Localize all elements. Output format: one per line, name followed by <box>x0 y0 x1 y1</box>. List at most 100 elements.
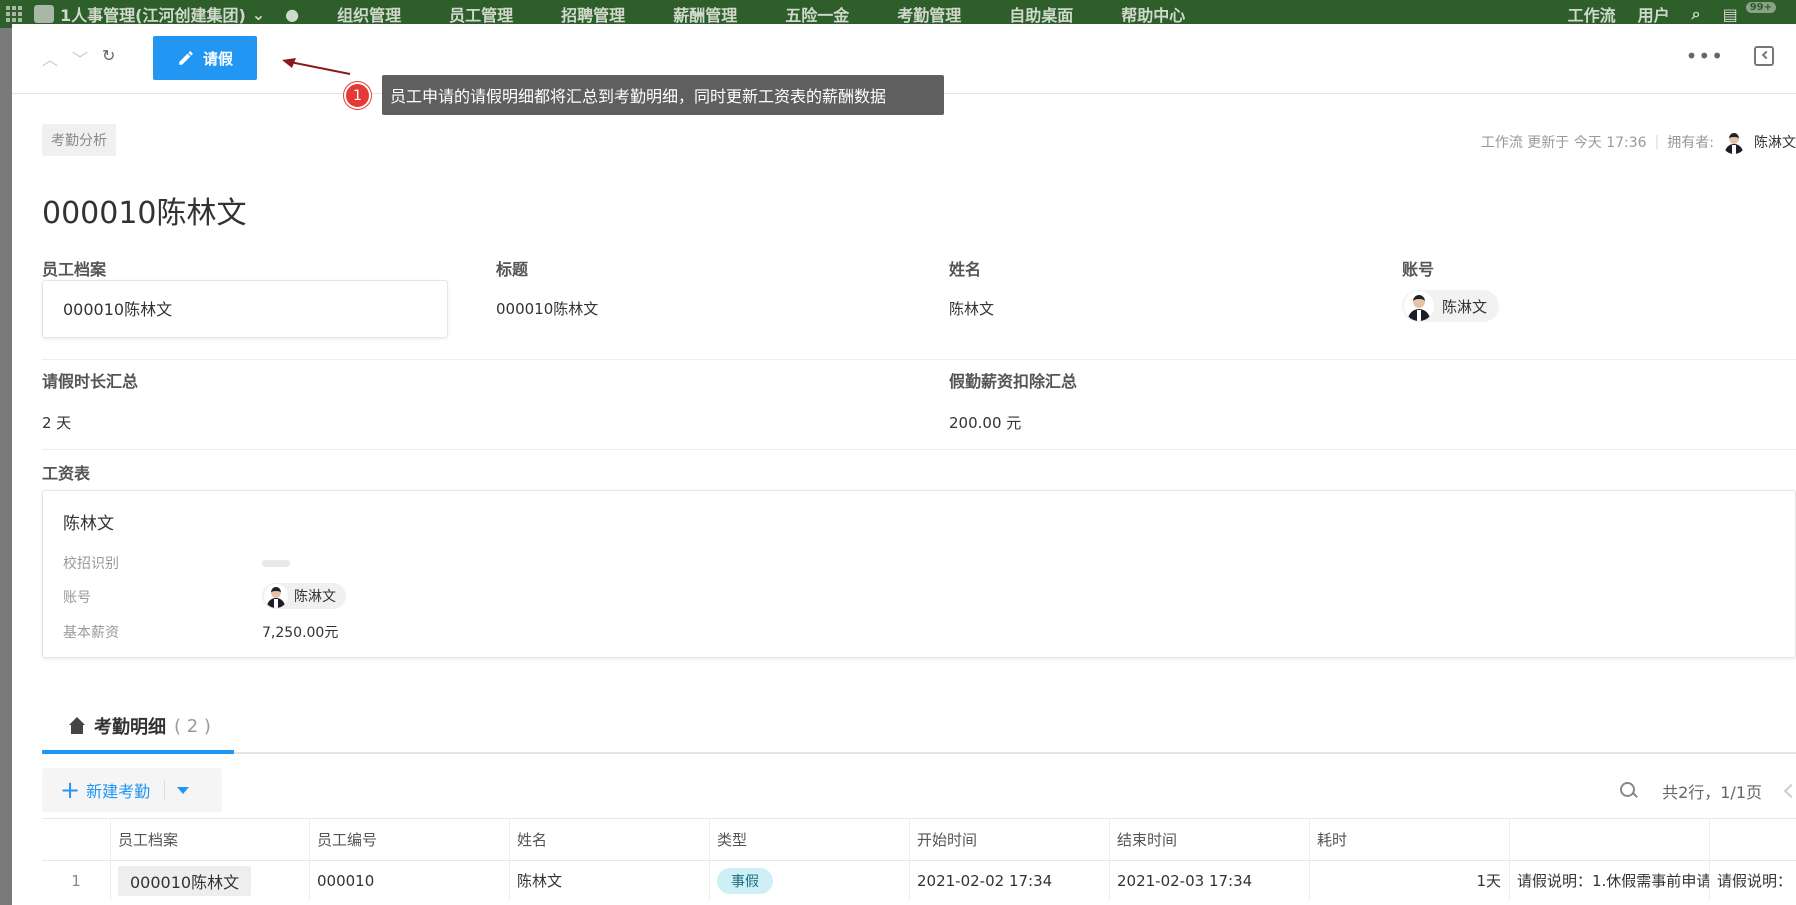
app-title: 1人事管理(江河创建集团) <box>60 6 246 25</box>
row-employee-file-cell: 000010陈林文 <box>110 861 309 900</box>
collapse-panel-icon[interactable] <box>1754 46 1774 66</box>
header-type[interactable]: 类型 <box>709 819 909 860</box>
nav-users[interactable]: 用户 <box>1638 2 1670 26</box>
leave-button-label: 请假 <box>202 50 233 68</box>
header-start[interactable]: 开始时间 <box>909 819 1109 860</box>
campus-empty-value <box>262 560 290 567</box>
nav-item-employees[interactable]: 员工管理 <box>449 2 513 26</box>
table-tools: 共2行，1/1页 <box>1620 779 1796 803</box>
annotation-number: 1 <box>344 82 371 109</box>
leave-total-value: 2 天 <box>42 414 72 432</box>
notification-icon[interactable]: ▤ <box>1723 5 1738 24</box>
nav-item-attendance[interactable]: 考勤管理 <box>897 2 961 26</box>
annotation-arrow-icon <box>282 58 351 75</box>
employee-file-label: 员工档案 <box>42 260 107 279</box>
header-note[interactable] <box>1509 819 1709 860</box>
more-icon[interactable]: ••• <box>1686 46 1724 66</box>
chevron-up-icon[interactable]: ︿ <box>42 46 58 70</box>
row-type-badge: 事假 <box>717 867 773 894</box>
chevron-down-icon: ⌄ <box>251 4 266 24</box>
table-row[interactable]: 1 000010陈林文 000010 陈林文 事假 2021-02-02 17:… <box>42 860 1796 900</box>
header-duration[interactable]: 耗时 <box>1309 819 1509 860</box>
row-end: 2021-02-03 17:34 <box>1109 861 1309 900</box>
apps-grid-icon[interactable] <box>6 6 22 22</box>
subject-label: 标题 <box>496 260 529 279</box>
name-value: 陈林文 <box>949 300 995 318</box>
pencil-icon <box>179 51 193 65</box>
name-label: 姓名 <box>949 260 982 279</box>
owner-avatar[interactable] <box>1722 130 1746 154</box>
divider <box>42 359 1796 360</box>
header-note-2[interactable] <box>1709 819 1796 860</box>
nav-item-org[interactable]: 组织管理 <box>337 2 401 26</box>
row-index: 1 <box>71 871 81 890</box>
account-value: 陈淋文 <box>1442 297 1488 316</box>
app-switcher[interactable]: 1人事管理(江河创建集团) ⌄ ● <box>34 2 299 26</box>
salary-account-label: 账号 <box>63 590 91 606</box>
notification-badge: 99+ <box>1745 1 1776 13</box>
row-employee-no: 000010 <box>309 861 509 900</box>
header-employee-file[interactable]: 员工档案 <box>110 819 309 860</box>
refresh-icon[interactable]: ↻ <box>102 46 115 70</box>
attendance-table: 员工档案 员工编号 姓名 类型 开始时间 结束时间 耗时 1 000010陈林文… <box>42 818 1796 900</box>
app-logo-icon <box>34 5 54 23</box>
caret-down-icon[interactable] <box>177 786 190 794</box>
row-name: 陈林文 <box>509 861 709 900</box>
new-attendance-label: 新建考勤 <box>86 782 151 801</box>
salary-card-name: 陈林文 <box>63 514 114 534</box>
row-employee-file[interactable]: 000010陈林文 <box>118 865 252 896</box>
meta-updated: 工作流 更新于 今天 17:36 <box>1480 135 1647 151</box>
account-user-pill[interactable]: 陈淋文 <box>1402 290 1500 322</box>
employee-file-ref[interactable]: 000010陈林文 <box>42 280 448 338</box>
nav-workflow[interactable]: 工作流 <box>1568 2 1616 26</box>
nav-item-recruit[interactable]: 招聘管理 <box>561 2 625 26</box>
search-icon[interactable] <box>1620 782 1638 800</box>
row-note-2: 请假说明： <box>1709 861 1796 900</box>
row-start: 2021-02-02 17:34 <box>909 861 1109 900</box>
account-label: 账号 <box>1402 260 1435 279</box>
nav-item-self-service[interactable]: 自助桌面 <box>1009 2 1073 26</box>
chevron-down-icon[interactable]: ﹀ <box>72 46 88 70</box>
header-index <box>42 819 110 860</box>
salary-account-avatar <box>264 584 288 608</box>
header-name[interactable]: 姓名 <box>509 819 709 860</box>
campus-label: 校招识别 <box>63 556 119 572</box>
chevron-left-icon[interactable] <box>1783 783 1796 799</box>
nav-item-salary[interactable]: 薪酬管理 <box>673 2 737 26</box>
nav-item-insurance[interactable]: 五险一金 <box>785 2 849 26</box>
plus-icon: + <box>60 776 81 804</box>
nav-item-help[interactable]: 帮助中心 <box>1121 2 1185 26</box>
page-title: 000010陈林文 <box>42 196 247 231</box>
pager-text: 共2行，1/1页 <box>1662 783 1762 802</box>
button-divider <box>164 780 166 800</box>
salary-sheet-card[interactable]: 陈林文 校招识别 账号 陈淋文 基本薪资 7,250.00元 <box>42 490 1796 658</box>
record-category-tag: 考勤分析 <box>42 124 116 156</box>
account-avatar <box>1404 291 1434 321</box>
base-salary-value: 7,250.00元 <box>262 625 339 641</box>
toolbar-right: ••• <box>1686 46 1774 66</box>
divider <box>42 449 1796 450</box>
meta-owner-name[interactable]: 陈淋文 <box>1754 132 1796 152</box>
base-salary-label: 基本薪资 <box>63 625 119 641</box>
row-duration: 1天 <box>1309 861 1509 900</box>
tab-attendance-detail[interactable]: 考勤明细 ( 2 ) <box>42 702 234 750</box>
record-modal: ︿ ﹀ ↻ 请假 ••• 1 员工申请的请假明细都将汇总到考勤明细，同时更新工资… <box>12 24 1796 905</box>
salary-sheet-label: 工资表 <box>42 464 91 483</box>
subject-value: 000010陈林文 <box>496 300 599 318</box>
deduction-value: 200.00 元 <box>949 414 1022 432</box>
row-note: 请假说明：1.休假需事前申请 <box>1509 861 1709 900</box>
new-attendance-button[interactable]: + 新建考勤 <box>42 768 222 812</box>
record-meta: 工作流 更新于 今天 17:36 | 拥有者: 陈淋文 <box>1481 130 1796 154</box>
tab-label: 考勤明细 <box>94 717 166 738</box>
salary-account-value: 陈淋文 <box>294 589 336 605</box>
table-header: 员工档案 员工编号 姓名 类型 开始时间 结束时间 耗时 <box>42 818 1796 860</box>
deduction-label: 假勤薪资扣除汇总 <box>949 372 1078 391</box>
info-icon[interactable]: ● <box>285 5 299 24</box>
salary-account-pill: 陈淋文 <box>262 583 346 609</box>
row-type-cell: 事假 <box>709 861 909 900</box>
search-icon-top[interactable]: ⌕ <box>1692 4 1701 24</box>
header-end[interactable]: 结束时间 <box>1109 819 1309 860</box>
header-employee-no[interactable]: 员工编号 <box>309 819 509 860</box>
annotation-callout: 员工申请的请假明细都将汇总到考勤明细，同时更新工资表的薪酬数据 <box>382 75 944 115</box>
leave-button[interactable]: 请假 <box>153 36 257 80</box>
